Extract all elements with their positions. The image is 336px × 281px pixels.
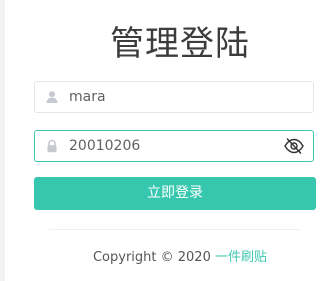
login-button[interactable]: 立即登录 [34,177,316,210]
eye-slash-icon[interactable] [283,136,305,156]
divider [49,229,301,230]
password-value[interactable]: 20010206 [69,131,140,161]
lock-icon [47,139,57,153]
username-value[interactable]: mara [69,82,106,112]
footer-link[interactable]: 一件刷贴 [215,250,267,265]
login-card: 管理登陆 mara 20010206 立即登录 Copyright © 2020… [5,0,336,281]
copyright-text: Copyright © 2020 [92,250,211,265]
password-field[interactable]: 20010206 [34,130,314,162]
user-icon [46,91,58,103]
footer: Copyright © 2020 一件刷贴 [5,246,336,265]
username-field[interactable]: mara [34,81,314,113]
login-title: 管理登陆 [110,24,250,64]
